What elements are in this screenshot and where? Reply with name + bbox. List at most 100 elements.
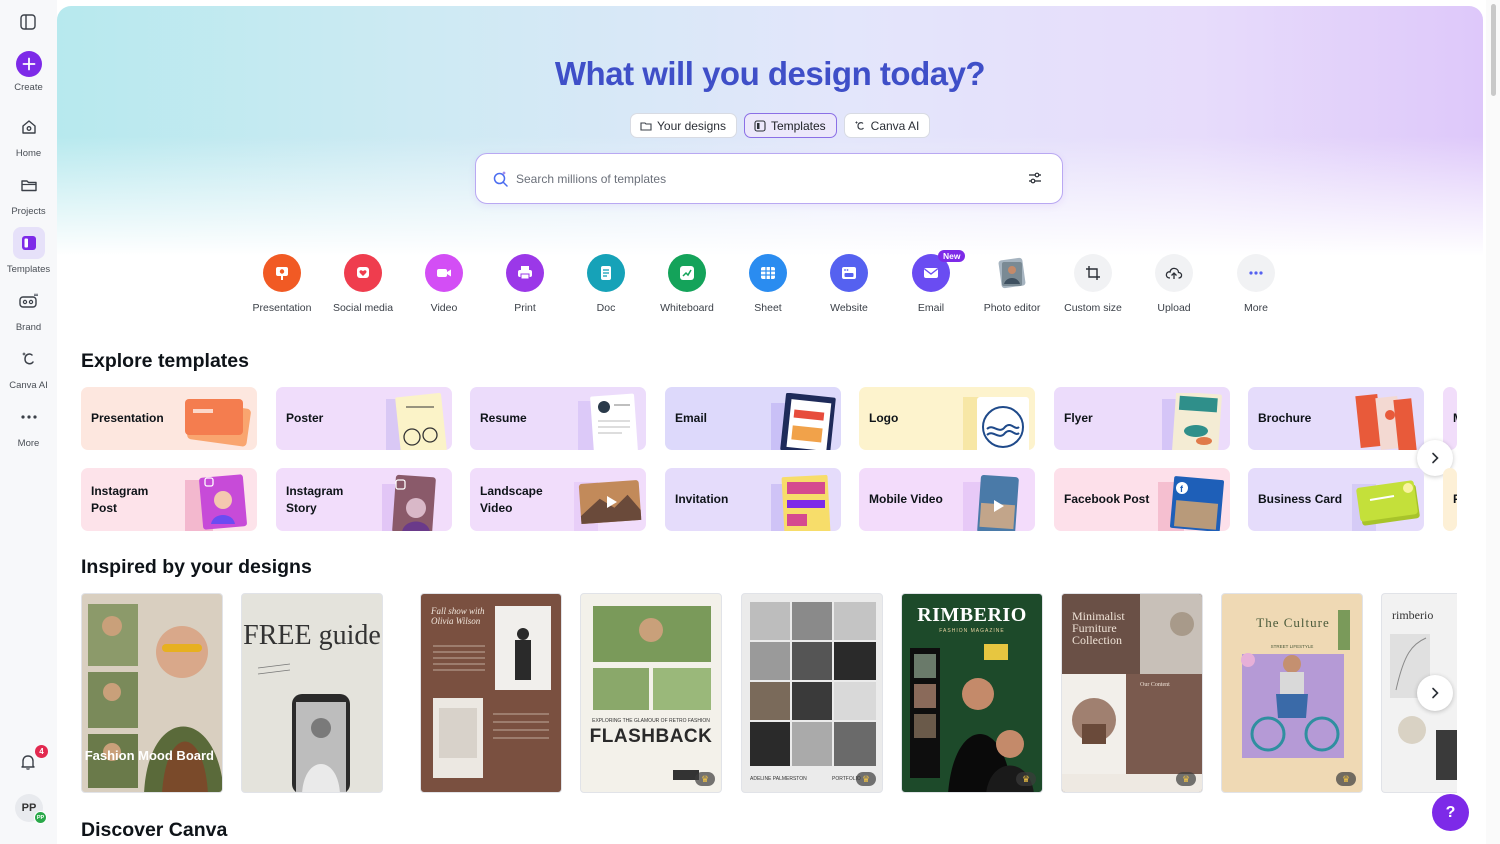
sidebar-item-label: Home <box>15 148 42 159</box>
design-card-text: Minimalist Furniture Collection <box>1072 609 1125 647</box>
template-card-label: Mobile Video <box>869 492 943 506</box>
design-card-subtext: ADELINE PALMERSTON <box>750 776 807 782</box>
canva-ai-icon <box>854 120 866 132</box>
template-card-email[interactable]: Email <box>665 387 841 450</box>
template-card-partial[interactable]: M <box>1443 387 1457 450</box>
template-card-brochure[interactable]: Brochure <box>1248 387 1424 450</box>
design-card-fashion-mood-board[interactable]: Fashion Mood Board <box>81 593 223 793</box>
main-content: What will you design today? Your designs… <box>57 0 1500 844</box>
sheet-icon <box>749 254 787 292</box>
quick-create-email[interactable]: Email New <box>891 250 971 314</box>
fall-show-art <box>433 606 551 778</box>
design-card-the-culture[interactable]: The Culture STREET LIFESTYLE ♛ <box>1221 593 1363 793</box>
quick-create-website[interactable]: Website <box>809 254 889 314</box>
crown-icon: ♛ <box>695 772 715 786</box>
sidebar-item-templates[interactable]: Templates <box>0 227 57 283</box>
template-card-label: Presentation <box>91 411 164 425</box>
scrollbar-thumb[interactable] <box>1491 4 1496 96</box>
new-badge: New <box>938 250 966 262</box>
design-card-rimberio-magazine[interactable]: RIMBERIO FASHION MAGAZINE ♛ <box>901 593 1043 793</box>
template-card-facebook-post[interactable]: Facebook Post f <box>1054 468 1230 531</box>
search-input[interactable] <box>516 167 996 191</box>
filter-sliders-icon[interactable] <box>1028 171 1042 190</box>
sidebar-toggle-icon[interactable] <box>19 13 37 31</box>
sidebar-item-brand[interactable]: Brand <box>0 285 57 341</box>
quick-create-label: Whiteboard <box>660 302 714 314</box>
template-card-poster[interactable]: Poster <box>276 387 452 450</box>
folder-icon <box>13 169 45 201</box>
quick-create-more[interactable]: More <box>1216 254 1296 314</box>
quick-create-presentation[interactable]: Presentation <box>242 254 322 314</box>
quick-create-sheet[interactable]: Sheet <box>728 254 808 314</box>
inspired-next-button[interactable] <box>1417 675 1453 711</box>
template-card-presentation[interactable]: Presentation <box>81 387 257 450</box>
quick-create-custom-size[interactable]: Custom size <box>1053 254 1133 314</box>
sidebar-item-create[interactable]: Create <box>0 48 57 104</box>
more-dots-icon <box>13 401 45 433</box>
design-card-subtext: Our Content <box>1140 682 1170 688</box>
instagram-story-thumbnail <box>378 474 444 531</box>
quick-create-doc[interactable]: Doc <box>566 254 646 314</box>
template-card-logo[interactable]: Logo <box>859 387 1035 450</box>
template-card-label: Business Card <box>1258 492 1343 506</box>
template-card-label: Facebook Post <box>1064 492 1150 506</box>
photo-editor-icon <box>993 254 1031 292</box>
design-card-fall-show[interactable]: Fall show with Olivia Wilson <box>420 593 562 793</box>
crown-icon: ♛ <box>1336 772 1356 786</box>
quick-create-whiteboard[interactable]: Whiteboard <box>647 254 727 314</box>
quick-create-label: Doc <box>596 302 616 314</box>
mobile-video-thumbnail <box>961 474 1027 531</box>
home-icon <box>13 111 45 143</box>
sidebar-item-more[interactable]: More <box>0 401 57 457</box>
tab-canva-ai[interactable]: Canva AI <box>843 113 931 138</box>
design-card-text: FLASHBACK <box>589 726 713 747</box>
template-card-label: Brochure <box>1258 411 1312 425</box>
sidebar-item-home[interactable]: Home <box>0 111 57 167</box>
sidebar-item-canva-ai[interactable]: Canva AI <box>0 343 57 399</box>
tab-label: Your designs <box>657 118 726 133</box>
email-thumbnail <box>767 392 836 450</box>
template-card-resume[interactable]: Resume <box>470 387 646 450</box>
doc-icon <box>587 254 625 292</box>
printer-icon <box>506 254 544 292</box>
template-card-instagram-story[interactable]: Instagram Story <box>276 468 452 531</box>
template-card-business-card[interactable]: Business Card <box>1248 468 1424 531</box>
brochure-thumbnail <box>1350 393 1417 450</box>
quick-create-label: Social media <box>332 302 394 314</box>
sidebar-item-projects[interactable]: Projects <box>0 169 57 225</box>
design-card-free-guide[interactable]: FREE guide <box>241 593 383 793</box>
avatar[interactable]: PP PP <box>15 794 47 824</box>
sidebar-item-label: Projects <box>11 206 46 217</box>
template-card-instagram-post[interactable]: Instagram Post <box>81 468 257 531</box>
template-card-mobile-video[interactable]: Mobile Video <box>859 468 1035 531</box>
whiteboard-icon <box>668 254 706 292</box>
template-card-partial[interactable]: F <box>1443 468 1457 531</box>
template-card-landscape-video[interactable]: Landscape Video <box>470 468 646 531</box>
culture-art <box>1241 610 1350 758</box>
quick-create-video[interactable]: Video <box>404 254 484 314</box>
landscape-video-thumbnail <box>572 474 642 531</box>
quick-create-social-media[interactable]: Social media <box>323 254 403 314</box>
flashback-art <box>593 606 711 780</box>
page-scrollbar[interactable] <box>1486 0 1500 844</box>
tab-templates[interactable]: Templates <box>743 113 837 138</box>
crown-icon: ♛ <box>1176 772 1196 786</box>
quick-create-upload[interactable]: Upload <box>1134 254 1214 314</box>
template-card-invitation[interactable]: Invitation <box>665 468 841 531</box>
crop-icon <box>1074 254 1112 292</box>
quick-create-print[interactable]: Print <box>485 254 565 314</box>
notifications-bell-icon[interactable]: 4 <box>14 745 48 776</box>
fashion-mood-board-art <box>88 604 222 792</box>
design-card-portfolio[interactable]: ADELINE PALMERSTON PORTFOLIO ♛ <box>741 593 883 793</box>
design-card-flashback[interactable]: EXPLORING THE GLAMOUR OF RETRO FASHION F… <box>580 593 722 793</box>
template-card-label: Invitation <box>675 492 729 506</box>
sidebar-item-label: More <box>17 438 40 449</box>
quick-create-photo-editor[interactable]: Photo editor <box>972 254 1052 314</box>
section-title-discover: Discover Canva <box>81 819 228 841</box>
template-card-flyer[interactable]: Flyer <box>1054 387 1230 450</box>
design-card-minimalist-furniture[interactable]: Minimalist Furniture Collection Our Cont… <box>1061 593 1203 793</box>
avatar-initials: PP <box>21 802 37 814</box>
tab-your-designs[interactable]: Your designs <box>630 113 737 138</box>
help-button[interactable]: ? <box>1432 794 1469 831</box>
sidebar-item-label: Create <box>14 82 43 93</box>
